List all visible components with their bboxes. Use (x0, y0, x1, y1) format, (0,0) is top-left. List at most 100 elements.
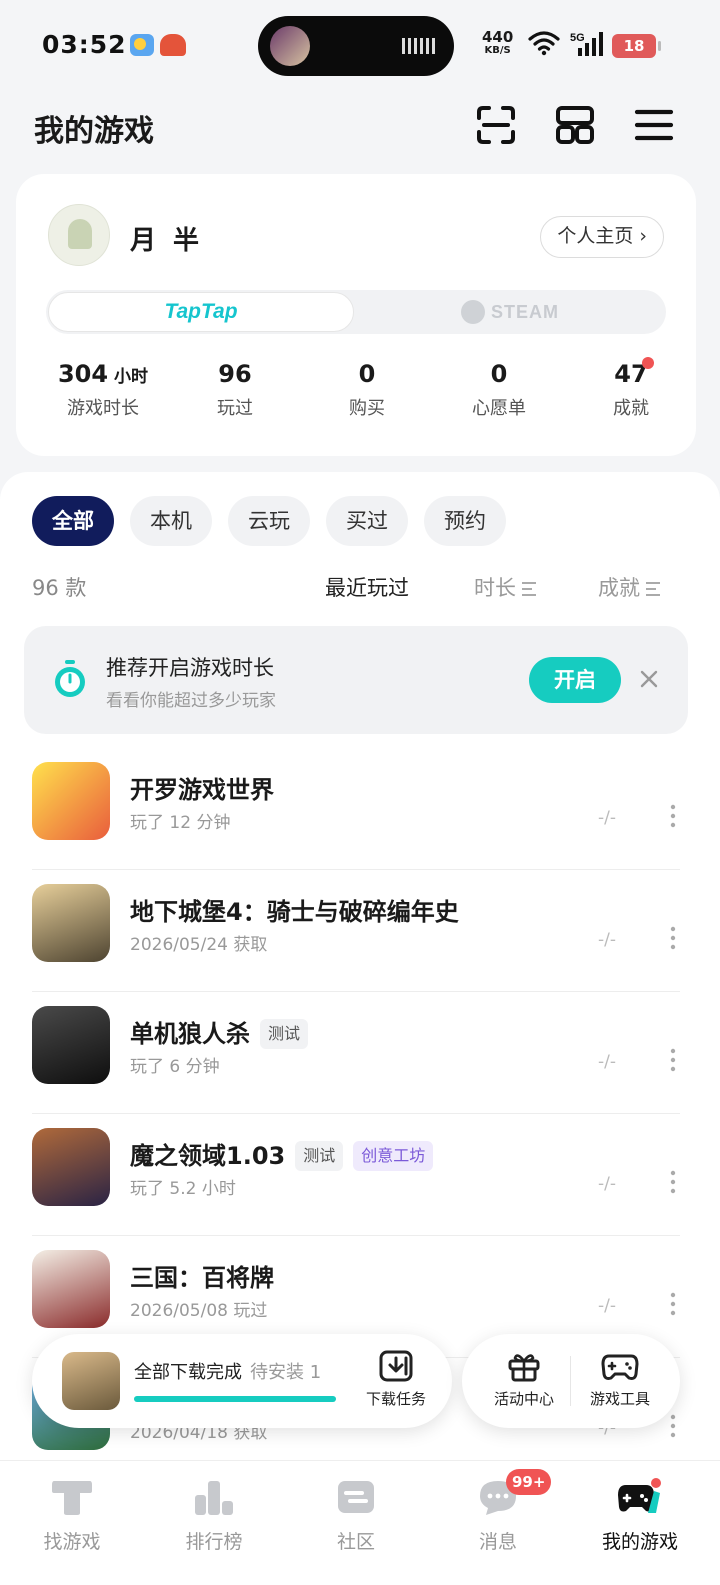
tab-steam[interactable]: STEAM (356, 292, 664, 332)
download-tasks-label: 下载任务 (365, 1390, 426, 1408)
test-tag: 测试 (260, 1019, 309, 1049)
stat-label: 玩过 (217, 398, 253, 419)
game-row[interactable]: 魔之领域1.03 测试 创意工坊 玩了 5.2 小时 -/- (32, 1114, 680, 1236)
more-vertical-icon[interactable] (670, 1292, 676, 1316)
filter-chip-all[interactable]: 全部 (32, 496, 114, 546)
stopwatch-icon (55, 660, 85, 697)
game-name: 单机狼人杀 测试 (130, 1014, 309, 1049)
game-subtitle: 玩了 6 分钟 (130, 1057, 220, 1077)
nav-messages[interactable]: 消息 99+ (426, 1469, 570, 1554)
game-achievement-progress: -/- (598, 1174, 616, 1194)
nav-find-games[interactable]: 找游戏 (0, 1477, 144, 1554)
promo-subtitle: 看看你能超过多少玩家 (106, 691, 276, 711)
platform-switch: TapTap STEAM (46, 290, 666, 334)
promo-title: 推荐开启游戏时长 (106, 656, 274, 680)
stat-playtime[interactable]: 304 小时 游戏时长 (38, 360, 168, 420)
game-achievement-progress: -/- (598, 930, 616, 950)
game-row[interactable]: 地下城堡4：骑士与破碎编年史 2026/05/24 获取 -/- (32, 870, 680, 992)
sort-achievement[interactable]: 成就 (598, 572, 660, 602)
notification-app-icon (160, 34, 186, 56)
stat-played[interactable]: 96 玩过 (170, 360, 300, 420)
stat-value: 0 (490, 360, 508, 388)
activity-center-button[interactable]: 活动中心 (476, 1350, 572, 1409)
more-vertical-icon[interactable] (670, 1048, 676, 1072)
game-icon (32, 1250, 110, 1328)
download-tasks-button[interactable]: 下载任务 (354, 1350, 438, 1409)
game-tools-button[interactable]: 游戏工具 (572, 1350, 668, 1409)
network-type: 5G (570, 32, 585, 44)
tab-taptap[interactable]: TapTap (48, 292, 354, 332)
divider (570, 1356, 571, 1406)
quick-tools-bar: 活动中心 游戏工具 (462, 1334, 680, 1428)
stat-value: 304 (57, 360, 109, 388)
avatar[interactable] (48, 204, 110, 266)
nav-ranking[interactable]: 排行榜 (142, 1477, 286, 1554)
nav-community[interactable]: 社区 (284, 1477, 428, 1554)
community-icon (338, 1481, 374, 1513)
filter-chip-reserved[interactable]: 预约 (424, 496, 506, 546)
filter-chip-local[interactable]: 本机 (130, 496, 212, 546)
grid-layout-icon[interactable] (554, 104, 596, 146)
close-icon[interactable] (636, 666, 662, 692)
audio-wave-icon (402, 38, 436, 54)
game-row[interactable]: 单机狼人杀 测试 玩了 6 分钟 -/- (32, 992, 680, 1114)
gift-icon (508, 1354, 540, 1382)
nav-my-games[interactable]: 我的游戏 (568, 1477, 712, 1554)
download-status: 全部下载完成 待安装 1 (134, 1358, 321, 1384)
game-subtitle: 玩了 5.2 小时 (130, 1179, 236, 1199)
game-tools-label: 游戏工具 (589, 1390, 650, 1408)
more-vertical-icon[interactable] (670, 1170, 676, 1194)
sort-icon (522, 582, 536, 596)
stat-purchased[interactable]: 0 购买 (302, 360, 432, 420)
net-speed-unit: KB/S (484, 45, 511, 56)
enable-playtime-button[interactable]: 开启 (529, 657, 621, 703)
stat-value: 0 (358, 360, 376, 388)
game-row[interactable]: 开罗游戏世界 玩了 12 分钟 -/- (32, 748, 680, 870)
stat-wishlist[interactable]: 0 心愿单 (434, 360, 564, 420)
download-game-thumbnail (62, 1352, 120, 1410)
filter-chip-bought[interactable]: 买过 (326, 496, 408, 546)
game-name-text: 单机狼人杀 (130, 1020, 250, 1048)
game-achievement-progress: -/- (598, 1296, 616, 1316)
nav-label: 我的游戏 (601, 1531, 678, 1553)
stat-unit: 小时 (114, 367, 149, 387)
download-status-bar[interactable]: 全部下载完成 待安装 1 下载任务 (32, 1334, 452, 1428)
stat-label: 游戏时长 (67, 398, 139, 419)
game-name: 开罗游戏世界 (130, 776, 274, 804)
nav-label: 消息 (478, 1531, 517, 1553)
more-vertical-icon[interactable] (670, 926, 676, 950)
battery-indicator: 18 (612, 34, 661, 58)
dynamic-island[interactable] (258, 16, 454, 76)
download-icon (379, 1350, 413, 1382)
nav-label: 社区 (336, 1531, 375, 1553)
scan-icon[interactable] (475, 104, 517, 146)
game-name-text: 魔之领域1.03 (130, 1142, 286, 1170)
taptap-logo-icon (52, 1481, 92, 1515)
ranking-icon (195, 1481, 233, 1515)
game-name: 魔之领域1.03 测试 创意工坊 (130, 1136, 434, 1171)
page-title: 我的游戏 (34, 114, 154, 149)
more-vertical-icon[interactable] (670, 804, 676, 828)
game-name: 三国：百将牌 (130, 1264, 274, 1292)
net-speed: 440 KB/S (482, 30, 513, 58)
stat-label: 心愿单 (472, 398, 526, 419)
download-progress-fill (134, 1396, 336, 1402)
sort-duration-label: 时长 (474, 576, 516, 600)
game-icon (32, 1006, 110, 1084)
wifi-icon (528, 31, 560, 56)
sort-icon (646, 582, 660, 596)
sort-duration[interactable]: 时长 (474, 572, 536, 602)
stat-achievements[interactable]: 47 成就 (566, 360, 696, 420)
menu-icon[interactable] (633, 104, 675, 146)
download-progress-bar (134, 1396, 336, 1402)
filter-chip-cloud[interactable]: 云玩 (228, 496, 310, 546)
media-thumbnail (270, 26, 310, 66)
game-name: 地下城堡4：骑士与破碎编年史 (130, 898, 459, 926)
sort-recent[interactable]: 最近玩过 (325, 572, 409, 602)
game-subtitle: 2026/05/08 玩过 (130, 1301, 268, 1321)
stat-value: 47 (614, 360, 648, 388)
activity-center-label: 活动中心 (493, 1390, 554, 1408)
profile-home-button[interactable]: 个人主页 › (540, 216, 664, 258)
more-vertical-icon[interactable] (670, 1414, 676, 1438)
tab-steam-label: STEAM (491, 302, 559, 322)
